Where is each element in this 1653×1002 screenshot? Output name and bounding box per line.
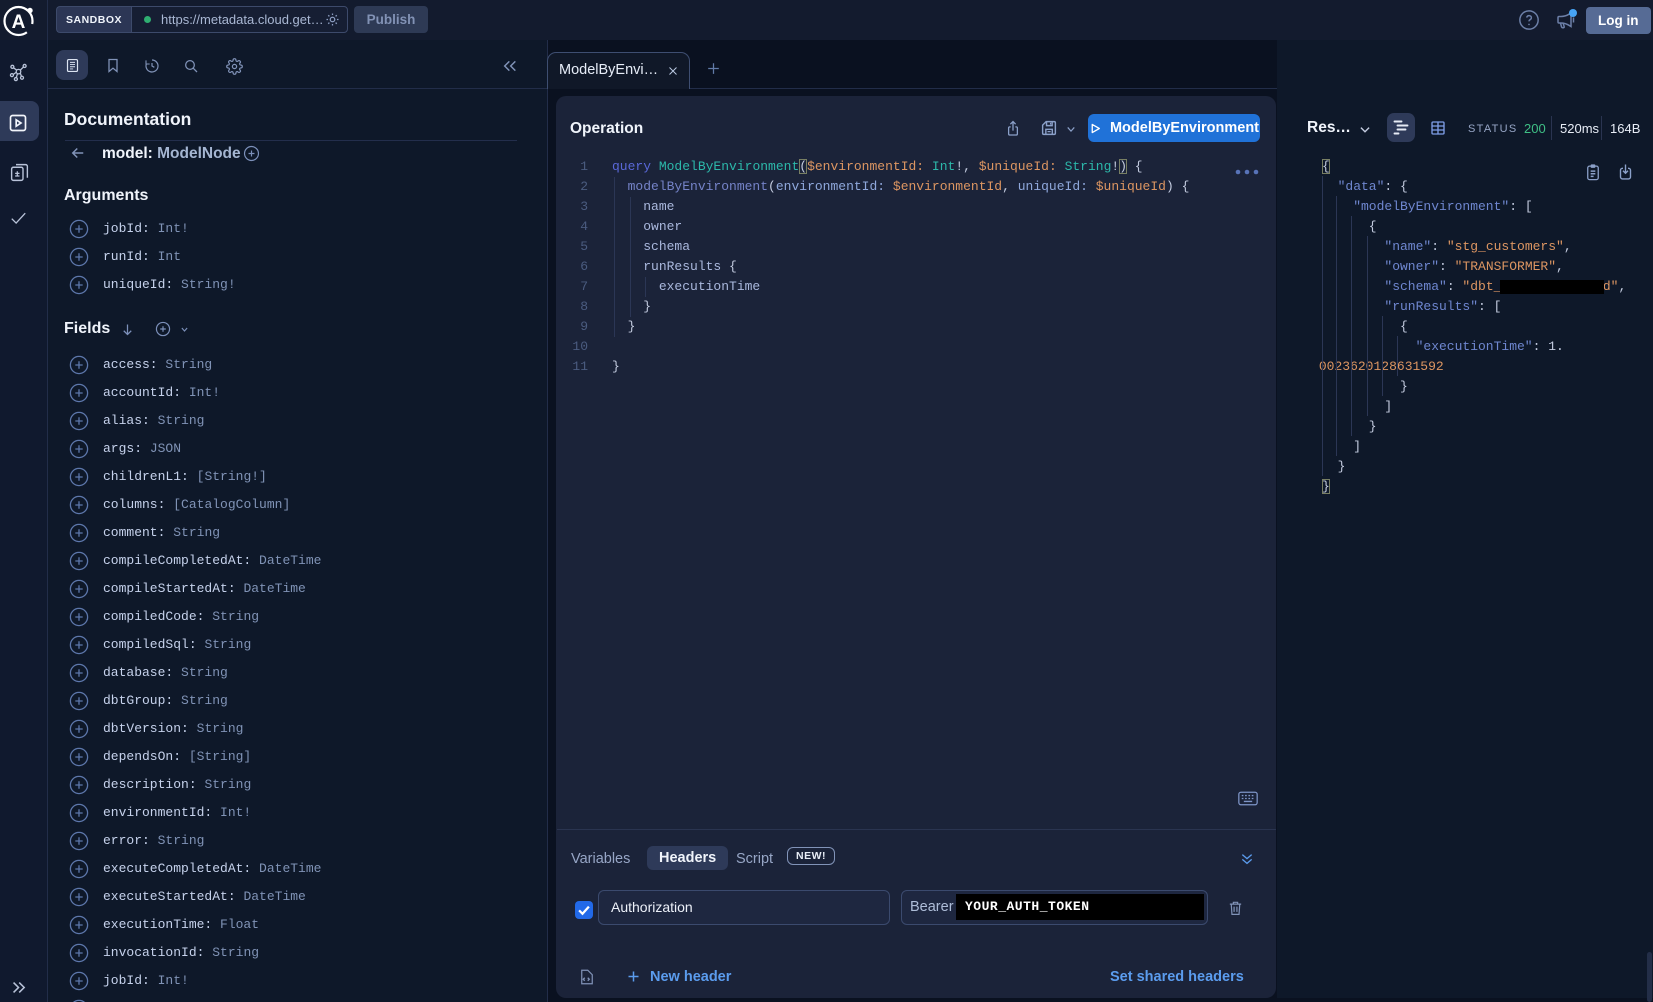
svg-text:A: A [12, 12, 26, 33]
